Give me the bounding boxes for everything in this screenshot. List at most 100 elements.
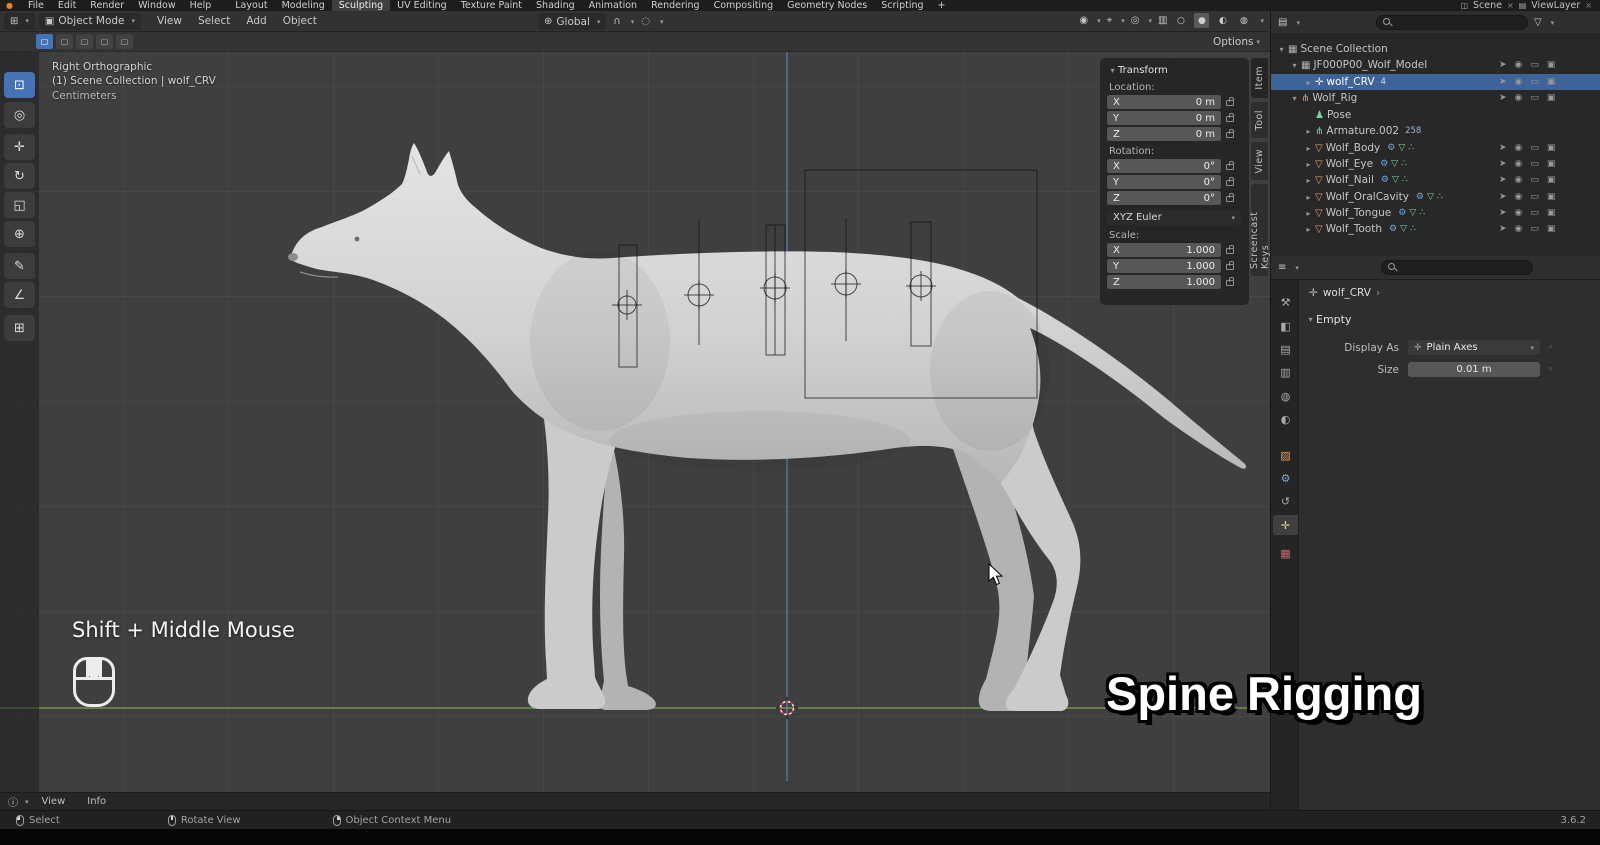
viewport-scene[interactable] xyxy=(0,11,1270,792)
hide-icon[interactable]: ◉ xyxy=(1515,143,1523,153)
overlays-icon[interactable]: ◎ xyxy=(1131,15,1140,26)
properties-editor-icon[interactable]: ≡ xyxy=(1278,262,1286,273)
proportional-dropdown-icon[interactable]: ▾ xyxy=(660,18,664,26)
tab-object-data[interactable]: ✛ xyxy=(1273,515,1298,535)
collapse-icon[interactable]: ▾ xyxy=(1289,61,1300,70)
expand-icon[interactable]: ▸ xyxy=(1303,193,1314,202)
outliner-row-pose[interactable]: ♟ Pose xyxy=(1271,107,1600,123)
xray-toggle-icon[interactable]: ▥ xyxy=(1158,15,1167,26)
disable-viewport-icon[interactable]: ▭ xyxy=(1530,175,1539,185)
info-view-menu[interactable]: View xyxy=(33,796,75,807)
breadcrumb-object-name[interactable]: wolf_CRV xyxy=(1323,287,1371,299)
collapse-icon[interactable]: ▾ xyxy=(1276,45,1287,54)
collapse-icon[interactable]: ▾ xyxy=(1289,94,1300,103)
disable-viewport-icon[interactable]: ▭ xyxy=(1530,77,1539,87)
tab-scene[interactable]: ◍ xyxy=(1273,386,1298,406)
menu-file[interactable]: File xyxy=(21,0,51,11)
hide-icon[interactable]: ◉ xyxy=(1515,224,1523,234)
tab-texture[interactable]: ▦ xyxy=(1273,543,1298,563)
location-z-field[interactable]: Z0 m xyxy=(1107,127,1221,141)
hide-icon[interactable]: ◉ xyxy=(1515,208,1523,218)
modifier-icon[interactable]: ⚙ xyxy=(1398,208,1406,218)
expand-icon[interactable]: ▸ xyxy=(1303,176,1314,185)
expand-icon[interactable]: ▸ xyxy=(1303,78,1314,87)
tab-item[interactable]: Item xyxy=(1251,58,1268,98)
restrict-select-icon[interactable]: ➤ xyxy=(1499,159,1507,169)
outliner-row-scene-collection[interactable]: ▾ ▦ Scene Collection xyxy=(1271,41,1600,57)
viewlayer-clear-icon[interactable]: × xyxy=(1585,1,1592,10)
select-box-tool-button[interactable]: ⊡ xyxy=(4,72,35,98)
tool-preset-button-1[interactable]: ▢ xyxy=(36,34,53,49)
tab-view[interactable]: View xyxy=(1251,142,1268,180)
restrict-select-icon[interactable]: ➤ xyxy=(1499,60,1507,70)
lock-icon[interactable] xyxy=(1226,245,1234,254)
workspace-tab-compositing[interactable]: Compositing xyxy=(707,0,781,11)
tab-screencast-keys[interactable]: Screencast Keys xyxy=(1249,184,1270,276)
scale-x-field[interactable]: X 1.000 xyxy=(1107,243,1221,257)
mode-dropdown[interactable]: ▣ Object Mode ▾ xyxy=(38,12,142,30)
shading-wireframe-icon[interactable]: ○ xyxy=(1173,13,1188,28)
outliner-row-wolf-tongue[interactable]: ▸ ▽ Wolf_Tongue ⚙ ▽ ∴ ➤ ◉ ▭ ▣ xyxy=(1271,205,1600,221)
expand-icon[interactable]: ▸ xyxy=(1303,225,1314,234)
disable-render-icon[interactable]: ▣ xyxy=(1547,224,1556,234)
shading-solid-icon[interactable]: ● xyxy=(1194,13,1210,28)
menu-help[interactable]: Help xyxy=(183,0,219,11)
lock-icon[interactable] xyxy=(1226,97,1234,106)
lock-icon[interactable] xyxy=(1226,261,1234,270)
hide-icon[interactable]: ◉ xyxy=(1515,159,1523,169)
view-menu[interactable]: View xyxy=(149,15,190,27)
workspace-tab-animation[interactable]: Animation xyxy=(582,0,644,11)
expand-icon[interactable]: ▸ xyxy=(1303,127,1314,136)
location-y-field[interactable]: Y0 m xyxy=(1107,111,1221,125)
rotation-x-field[interactable]: X 0° xyxy=(1107,159,1221,173)
tab-modifiers[interactable]: ⚙ xyxy=(1273,468,1298,488)
workspace-tab-rendering[interactable]: Rendering xyxy=(644,0,707,11)
rotate-tool-button[interactable]: ↻ xyxy=(4,163,35,189)
workspace-tab-scripting[interactable]: Scripting xyxy=(874,0,930,11)
size-field[interactable]: 0.01 m xyxy=(1408,362,1540,377)
menu-edit[interactable]: Edit xyxy=(51,0,83,11)
disable-render-icon[interactable]: ▣ xyxy=(1547,192,1556,202)
outliner-row-wolf-tooth[interactable]: ▸ ▽ Wolf_Tooth ⚙ ▽ ∴ ➤ ◉ ▭ ▣ xyxy=(1271,221,1600,237)
shading-material-icon[interactable]: ◐ xyxy=(1215,13,1230,28)
select-menu[interactable]: Select xyxy=(190,15,238,27)
tab-tool[interactable]: ⚒ xyxy=(1273,292,1298,312)
tab-render[interactable]: ◧ xyxy=(1273,316,1298,336)
tab-view-layer[interactable]: ▥ xyxy=(1273,362,1298,382)
workspace-tab-sculpting[interactable]: Sculpting xyxy=(331,0,391,11)
tool-preset-button-4[interactable]: ▢ xyxy=(96,34,113,49)
expand-icon[interactable]: ▸ xyxy=(1303,209,1314,218)
gizmos-icon[interactable]: ⌖ xyxy=(1107,15,1113,26)
properties-search-input[interactable] xyxy=(1380,260,1533,275)
disable-viewport-icon[interactable]: ▭ xyxy=(1530,60,1539,70)
workspace-tab-geometry-nodes[interactable]: Geometry Nodes xyxy=(780,0,874,11)
tab-world[interactable]: ◐ xyxy=(1273,409,1298,429)
outliner-search-input[interactable] xyxy=(1375,15,1528,30)
workspace-tab-texture-paint[interactable]: Texture Paint xyxy=(454,0,529,11)
hide-icon[interactable]: ◉ xyxy=(1515,93,1523,103)
disable-render-icon[interactable]: ▣ xyxy=(1547,143,1556,153)
tab-output[interactable]: ▤ xyxy=(1273,339,1298,359)
rotation-mode-dropdown[interactable]: XYZ Euler ▾ xyxy=(1107,210,1241,225)
rotation-z-field[interactable]: Z 0° xyxy=(1107,191,1221,205)
restrict-select-icon[interactable]: ➤ xyxy=(1499,208,1507,218)
hide-icon[interactable]: ◉ xyxy=(1515,77,1523,87)
modifier-icon[interactable]: ⚙ xyxy=(1416,192,1424,202)
restrict-select-icon[interactable]: ➤ xyxy=(1499,143,1507,153)
editor-type-button[interactable]: ⊞ ▾ xyxy=(4,12,35,30)
disable-render-icon[interactable]: ▣ xyxy=(1547,175,1556,185)
outliner-row-wolf-model-collection[interactable]: ▾ ▦ JF000P00_Wolf_Model ➤ ◉ ▭ ▣ xyxy=(1271,57,1600,73)
scene-selector[interactable]: Scene xyxy=(1473,0,1502,11)
outliner-filter-icon[interactable]: ▽ xyxy=(1534,17,1542,28)
object-menu[interactable]: Object xyxy=(275,15,325,27)
measure-tool-button[interactable]: ∠ xyxy=(4,282,35,308)
scale-z-field[interactable]: Z 1.000 xyxy=(1107,275,1221,289)
lock-icon[interactable] xyxy=(1226,177,1234,186)
outliner-row-wolf-oralcavity[interactable]: ▸ ▽ Wolf_OralCavity ⚙ ▽ ∴ ➤ ◉ ▭ ▣ xyxy=(1271,189,1600,205)
lock-icon[interactable] xyxy=(1226,161,1234,170)
transform-panel-header[interactable]: ▾ Transform xyxy=(1107,63,1242,77)
workspace-tab-shading[interactable]: Shading xyxy=(529,0,582,11)
cursor-tool-button[interactable]: ◎ xyxy=(4,102,35,128)
snap-dropdown-icon[interactable]: ▾ xyxy=(631,18,635,26)
tab-object[interactable]: ▨ xyxy=(1273,445,1298,465)
